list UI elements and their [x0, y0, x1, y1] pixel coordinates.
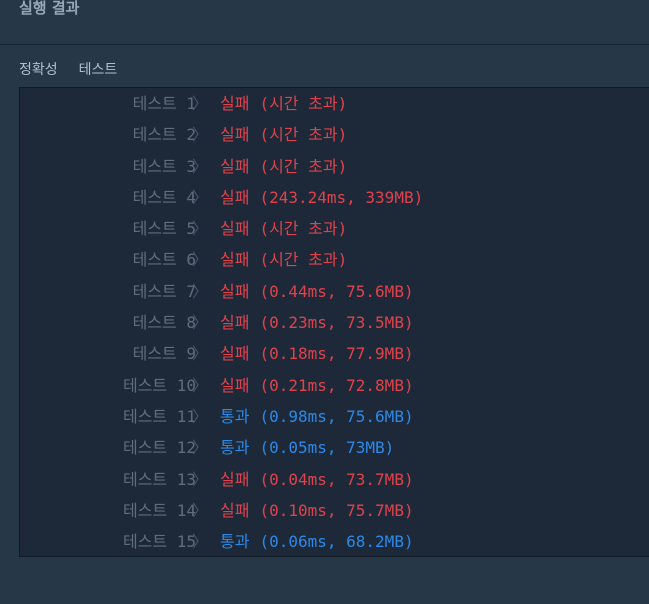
test-result-row: 테스트 14 〉 실패 (0.10ms, 75.7MB)	[20, 498, 649, 529]
test-name: 테스트 1	[132, 94, 196, 113]
result-detail: (0.04ms, 73.7MB)	[259, 469, 414, 489]
test-result-row: 테스트 10 〉 실패 (0.21ms, 72.8MB)	[20, 373, 649, 404]
test-result-row: 테스트 4 〉 실패 (243.24ms, 339MB)	[20, 185, 649, 216]
result-detail: (0.44ms, 75.6MB)	[259, 281, 414, 301]
chevron-right-icon: 〉	[192, 438, 209, 458]
test-name: 테스트 2	[132, 125, 196, 145]
status-pass: 통과 (0.98ms, 75.6MB)	[220, 404, 414, 430]
test-name: 테스트 7	[132, 281, 196, 301]
test-name: 테스트 10	[122, 375, 196, 395]
chevron-right-icon: 〉	[192, 94, 209, 113]
test-name: 테스트 4	[132, 187, 196, 207]
chevron-right-icon: 〉	[192, 281, 209, 301]
tab-accuracy[interactable]: 정확성	[19, 61, 58, 79]
test-name: 테스트 3	[132, 156, 196, 176]
status-fail: 실패 (시간 초과)	[220, 154, 347, 180]
result-detail: (시간 초과)	[259, 125, 348, 145]
test-name: 테스트 15	[122, 532, 196, 552]
test-result-row: 테스트 11 〉 통과 (0.98ms, 75.6MB)	[20, 404, 649, 435]
result-detail: (0.98ms, 75.6MB)	[259, 406, 414, 426]
result-tabs: 정확성 테스트	[19, 61, 138, 79]
result-console[interactable]: 테스트 1 〉 실패 (시간 초과) 테스트 2 〉 실패 (시간 초과) 테스트 3 〉 실패 (시…	[19, 87, 649, 557]
result-header: 실행 결과	[0, 0, 649, 45]
test-name: 테스트 8	[132, 313, 196, 333]
chevron-right-icon: 〉	[192, 219, 209, 239]
status-fail: 실패 (243.24ms, 339MB)	[220, 185, 423, 211]
status-label: 실패	[220, 94, 250, 113]
status-fail: 실패 (시간 초과)	[220, 247, 347, 273]
result-detail: (243.24ms, 339MB)	[259, 187, 424, 207]
test-result-list: 테스트 1 〉 실패 (시간 초과) 테스트 2 〉 실패 (시간 초과) 테스트 3 〉 실패 (시…	[20, 91, 649, 556]
test-result-row: 테스트 1 〉 실패 (시간 초과)	[20, 91, 649, 122]
status-label: 실패	[220, 156, 250, 176]
result-detail: (0.10ms, 75.7MB)	[259, 500, 414, 520]
test-name: 테스트 11	[122, 406, 196, 426]
result-detail: (시간 초과)	[259, 94, 348, 113]
status-label: 실패	[220, 219, 250, 239]
status-label: 통과	[220, 438, 250, 458]
result-detail: (0.23ms, 73.5MB)	[259, 313, 414, 333]
chevron-right-icon: 〉	[192, 187, 209, 207]
chevron-right-icon: 〉	[192, 250, 209, 270]
status-pass: 통과 (0.06ms, 68.2MB)	[220, 529, 414, 555]
status-fail: 실패 (시간 초과)	[220, 91, 347, 117]
status-label: 실패	[220, 500, 250, 520]
test-result-row: 테스트 5 〉 실패 (시간 초과)	[20, 216, 649, 247]
test-result-row: 테스트 12 〉 통과 (0.05ms, 73MB)	[20, 435, 649, 466]
chevron-right-icon: 〉	[192, 500, 209, 520]
result-detail: (0.21ms, 72.8MB)	[259, 375, 414, 395]
test-result-row: 테스트 2 〉 실패 (시간 초과)	[20, 122, 649, 153]
test-name: 테스트 12	[122, 438, 196, 458]
chevron-right-icon: 〉	[192, 313, 209, 333]
status-label: 실패	[220, 469, 250, 489]
status-fail: 실패 (0.21ms, 72.8MB)	[220, 373, 414, 399]
result-detail: (시간 초과)	[259, 156, 348, 176]
chevron-right-icon: 〉	[192, 125, 209, 145]
status-fail: 실패 (시간 초과)	[220, 122, 347, 148]
test-name: 테스트 14	[122, 500, 196, 520]
status-label: 실패	[220, 344, 250, 364]
status-fail: 실패 (0.10ms, 75.7MB)	[220, 498, 414, 524]
status-label: 실패	[220, 375, 250, 395]
test-result-row: 테스트 15 〉 통과 (0.06ms, 68.2MB)	[20, 529, 649, 556]
result-detail: (0.18ms, 77.9MB)	[259, 344, 414, 364]
chevron-right-icon: 〉	[192, 469, 209, 489]
chevron-right-icon: 〉	[192, 344, 209, 364]
status-pass: 통과 (0.05ms, 73MB)	[220, 435, 394, 461]
result-detail: (0.06ms, 68.2MB)	[259, 532, 414, 552]
chevron-right-icon: 〉	[192, 156, 209, 176]
test-name: 테스트 13	[122, 469, 196, 489]
status-fail: 실패 (시간 초과)	[220, 216, 347, 242]
status-fail: 실패 (0.18ms, 77.9MB)	[220, 341, 414, 367]
test-name: 테스트 9	[132, 344, 196, 364]
page-title: 실행 결과	[19, 0, 80, 17]
status-label: 실패	[220, 187, 250, 207]
chevron-right-icon: 〉	[192, 532, 209, 552]
test-result-row: 테스트 7 〉 실패 (0.44ms, 75.6MB)	[20, 279, 649, 310]
chevron-right-icon: 〉	[192, 375, 209, 395]
status-fail: 실패 (0.04ms, 73.7MB)	[220, 467, 414, 493]
status-fail: 실패 (0.23ms, 73.5MB)	[220, 310, 414, 336]
status-label: 통과	[220, 532, 250, 552]
test-result-row: 테스트 8 〉 실패 (0.23ms, 73.5MB)	[20, 310, 649, 341]
test-name: 테스트 5	[132, 219, 196, 239]
status-label: 실패	[220, 125, 250, 145]
status-label: 통과	[220, 406, 250, 426]
status-label: 실패	[220, 250, 250, 270]
test-name: 테스트 6	[132, 250, 196, 270]
status-label: 실패	[220, 313, 250, 333]
result-detail: (시간 초과)	[259, 219, 348, 239]
result-detail: (시간 초과)	[259, 250, 348, 270]
result-detail: (0.05ms, 73MB)	[259, 438, 395, 458]
test-result-row: 테스트 3 〉 실패 (시간 초과)	[20, 154, 649, 185]
chevron-right-icon: 〉	[192, 406, 209, 426]
status-label: 실패	[220, 281, 250, 301]
test-result-row: 테스트 9 〉 실패 (0.18ms, 77.9MB)	[20, 341, 649, 372]
tab-test[interactable]: 테스트	[79, 61, 118, 79]
test-result-row: 테스트 6 〉 실패 (시간 초과)	[20, 247, 649, 278]
test-result-row: 테스트 13 〉 실패 (0.04ms, 73.7MB)	[20, 467, 649, 498]
status-fail: 실패 (0.44ms, 75.6MB)	[220, 279, 414, 305]
